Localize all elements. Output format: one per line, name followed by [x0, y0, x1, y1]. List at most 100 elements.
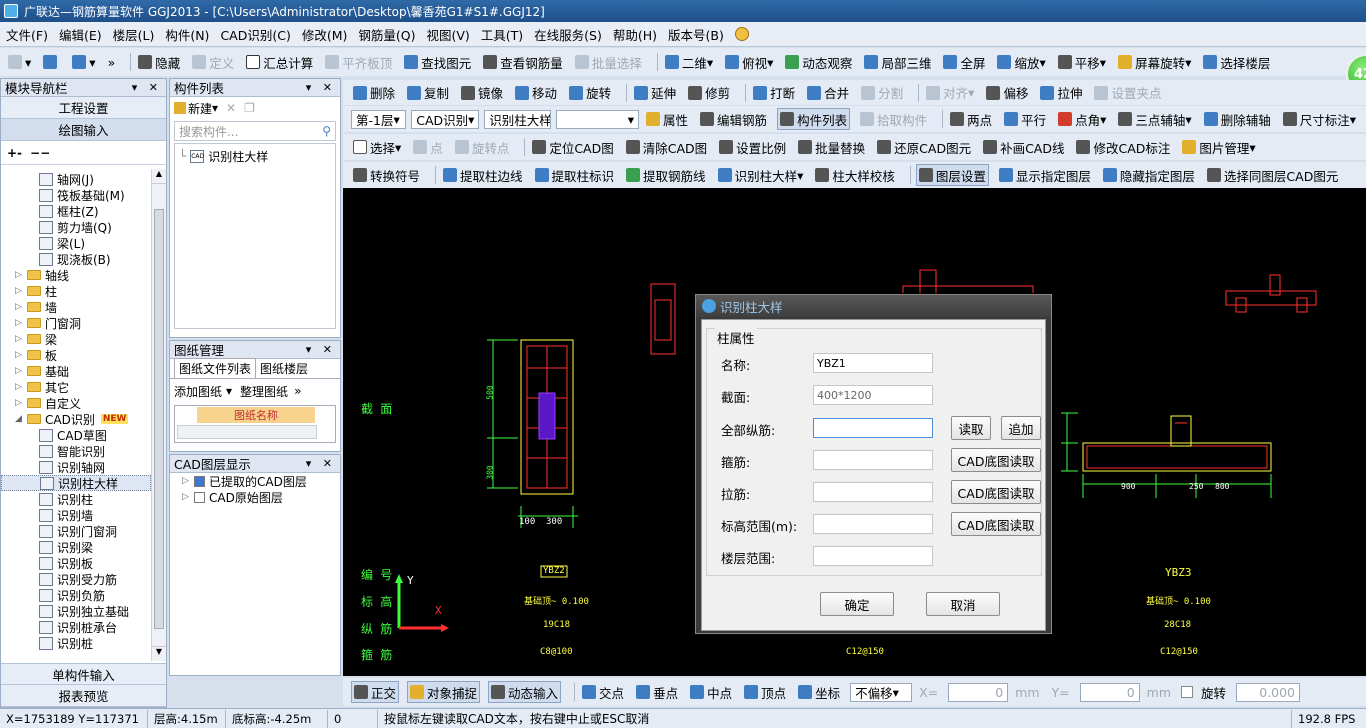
tie-field[interactable] — [813, 482, 933, 502]
arrange-drawing-button[interactable]: 整理图纸 — [240, 383, 288, 400]
scroll-thumb[interactable] — [154, 209, 164, 629]
select-button[interactable]: 选择 ▾ — [351, 136, 403, 158]
pin-close-icon[interactable]: ▾ ✕ — [306, 343, 336, 356]
elevation-field[interactable] — [813, 514, 933, 534]
extend-button[interactable]: 延伸 — [632, 82, 678, 104]
ortho-button[interactable]: 正交 — [351, 681, 400, 703]
drawing-hscroll[interactable] — [177, 425, 317, 439]
expand-arrow-icon[interactable]: ▷ — [15, 334, 27, 344]
nav-tree-item[interactable]: 识别桩 — [1, 635, 151, 651]
component-select[interactable]: ▾ — [556, 109, 640, 129]
section-field[interactable]: 400*1200 — [813, 385, 933, 405]
set-scale-button[interactable]: 设置比例 — [717, 136, 788, 158]
merge-button[interactable]: 合并 — [805, 82, 851, 104]
view2d-dropdown[interactable]: 二维 ▾ — [663, 51, 715, 73]
copy-button[interactable]: 复制 — [405, 82, 451, 104]
nav-tree-item[interactable]: 识别柱大样 — [1, 475, 151, 491]
pan-button[interactable]: 平移 ▾ — [1056, 51, 1108, 73]
nav-tree-item[interactable]: ▷ 基础 — [1, 363, 151, 379]
menu-help[interactable]: 帮助(H) — [613, 25, 657, 44]
nav-tree-item[interactable]: ▷ 梁 — [1, 331, 151, 347]
scroll-up-icon[interactable]: ▲ — [152, 169, 166, 184]
nav-tree-item[interactable]: ▷ 轴线 — [1, 267, 151, 283]
ok-button[interactable]: 确定 — [820, 592, 894, 616]
stirrup-field[interactable] — [813, 450, 933, 470]
expand-arrow-icon[interactable]: ▷ — [15, 382, 27, 392]
expand-arrow-icon[interactable]: ▷ — [15, 366, 27, 376]
batch-select-button[interactable]: 批量选择 — [573, 51, 644, 73]
floor-range-field[interactable] — [813, 546, 933, 566]
snap-button[interactable]: 对象捕捉 — [407, 681, 481, 703]
layer-original[interactable]: ▷ CAD原始图层 — [170, 489, 340, 505]
tab-drawing-floors[interactable]: 图纸楼层 — [256, 359, 312, 378]
nav-tree-item[interactable]: 识别门窗洞 — [1, 523, 151, 539]
view-rebar-button[interactable]: 查看钢筋量 — [481, 51, 565, 73]
delete-button[interactable]: 删除 — [351, 82, 397, 104]
menu-file[interactable]: 文件(F) — [6, 25, 48, 44]
search-icon[interactable]: ⚲ — [322, 124, 331, 138]
module-tree-scrollbar[interactable]: ▲ ▼ — [151, 169, 166, 661]
locate-cad-button[interactable]: 定位CAD图 — [530, 136, 615, 158]
three-point-axis-button[interactable]: 三点辅轴 ▾ — [1116, 108, 1193, 130]
pin-close-icon[interactable]: ▾ ✕ — [306, 457, 336, 470]
nav-tree-item[interactable]: ▷ 板 — [1, 347, 151, 363]
offset-button[interactable]: 偏移 — [984, 82, 1030, 104]
define-button[interactable]: 定义 — [190, 51, 236, 73]
layer-settings-button[interactable]: 图层设置 — [915, 164, 989, 186]
nav-tree-item[interactable]: CAD草图 — [1, 427, 151, 443]
cancel-button[interactable]: 取消 — [926, 592, 1000, 616]
point-angle-button[interactable]: 点角 ▾ — [1056, 108, 1108, 130]
show-layer-button[interactable]: 显示指定图层 — [997, 164, 1093, 186]
checkbox-icon[interactable] — [194, 491, 205, 503]
append-button[interactable]: 追加 — [1001, 416, 1041, 440]
split-button[interactable]: 分割 — [859, 82, 905, 104]
dynamic-view-button[interactable]: 动态观察 — [783, 51, 854, 73]
delete-icon[interactable]: ✕ — [226, 101, 236, 115]
select-same-layer-button[interactable]: 选择同图层CAD图元 — [1205, 164, 1340, 186]
search-input[interactable]: 搜索构件... — [179, 123, 238, 140]
menu-version[interactable]: 版本号(B) — [668, 25, 724, 44]
perpendicular-snap-button[interactable]: 垂点 — [634, 681, 680, 703]
expand-arrow-icon[interactable]: ▷ — [15, 398, 27, 408]
nav-tree-item[interactable]: 识别独立基础 — [1, 603, 151, 619]
expand-arrow-icon[interactable]: ▷ — [15, 350, 27, 360]
undo-icon[interactable]: ▾ — [70, 51, 97, 73]
menu-online[interactable]: 在线服务(S) — [534, 25, 602, 44]
tie-cad-read-button[interactable]: CAD底图读取 — [951, 480, 1041, 504]
sum-calc-button[interactable]: 汇总计算 — [244, 51, 315, 73]
picture-mgr-button[interactable]: 图片管理 ▾ — [1180, 136, 1257, 158]
nav-tree-item[interactable]: 梁(L) — [1, 235, 151, 251]
expand-all-icon[interactable]: +- — [7, 146, 22, 160]
pin-close-icon[interactable]: ▾ ✕ — [132, 81, 162, 94]
col-detail-select[interactable]: 识别柱大样▾ — [484, 109, 552, 129]
edit-rebar-button[interactable]: 编辑钢筋 — [698, 108, 769, 130]
coordinate-snap-button[interactable]: 坐标 — [796, 681, 842, 703]
properties-button[interactable]: 属性 — [644, 108, 690, 130]
set-pin-button[interactable]: 设置夹点 — [1092, 82, 1163, 104]
menu-view[interactable]: 视图(V) — [426, 25, 469, 44]
move-button[interactable]: 移动 — [513, 82, 559, 104]
x-field[interactable]: 0 — [948, 682, 1009, 702]
dyn-input-button[interactable]: 动态输入 — [488, 681, 562, 703]
copy-icon[interactable]: ❐ — [244, 101, 255, 115]
single-component-button[interactable]: 单构件输入 — [1, 663, 166, 685]
rotate-screen-button[interactable]: 屏幕旋转 ▾ — [1116, 51, 1193, 73]
stirrup-cad-read-button[interactable]: CAD底图读取 — [951, 448, 1041, 472]
nav-tree-item[interactable]: ▷ 其它 — [1, 379, 151, 395]
clear-cad-button[interactable]: 清除CAD图 — [624, 136, 709, 158]
nav-tree-item[interactable]: ◢ CAD识别 NEW — [1, 411, 151, 427]
nav-tree-item[interactable]: ▷ 自定义 — [1, 395, 151, 411]
draw-input-button[interactable]: 绘图输入 — [1, 119, 166, 141]
intersection-snap-button[interactable]: 交点 — [580, 681, 626, 703]
longitudinal-field[interactable] — [813, 418, 933, 438]
offset-mode-select[interactable]: 不偏移 ▾ — [850, 682, 913, 702]
nav-tree-item[interactable]: 识别梁 — [1, 539, 151, 555]
fullscreen-button[interactable]: 全屏 — [941, 51, 987, 73]
menu-rebar[interactable]: 钢筋量(Q) — [358, 25, 415, 44]
menu-edit[interactable]: 编辑(E) — [59, 25, 102, 44]
nav-tree-item[interactable]: 智能识别 — [1, 443, 151, 459]
nav-tree-item[interactable]: ▷ 柱 — [1, 283, 151, 299]
patch-cad-button[interactable]: 补画CAD线 — [981, 136, 1066, 158]
component-item[interactable]: └ CAD 识别柱大样 — [179, 148, 331, 164]
nav-tree-item[interactable]: 识别受力筋 — [1, 571, 151, 587]
